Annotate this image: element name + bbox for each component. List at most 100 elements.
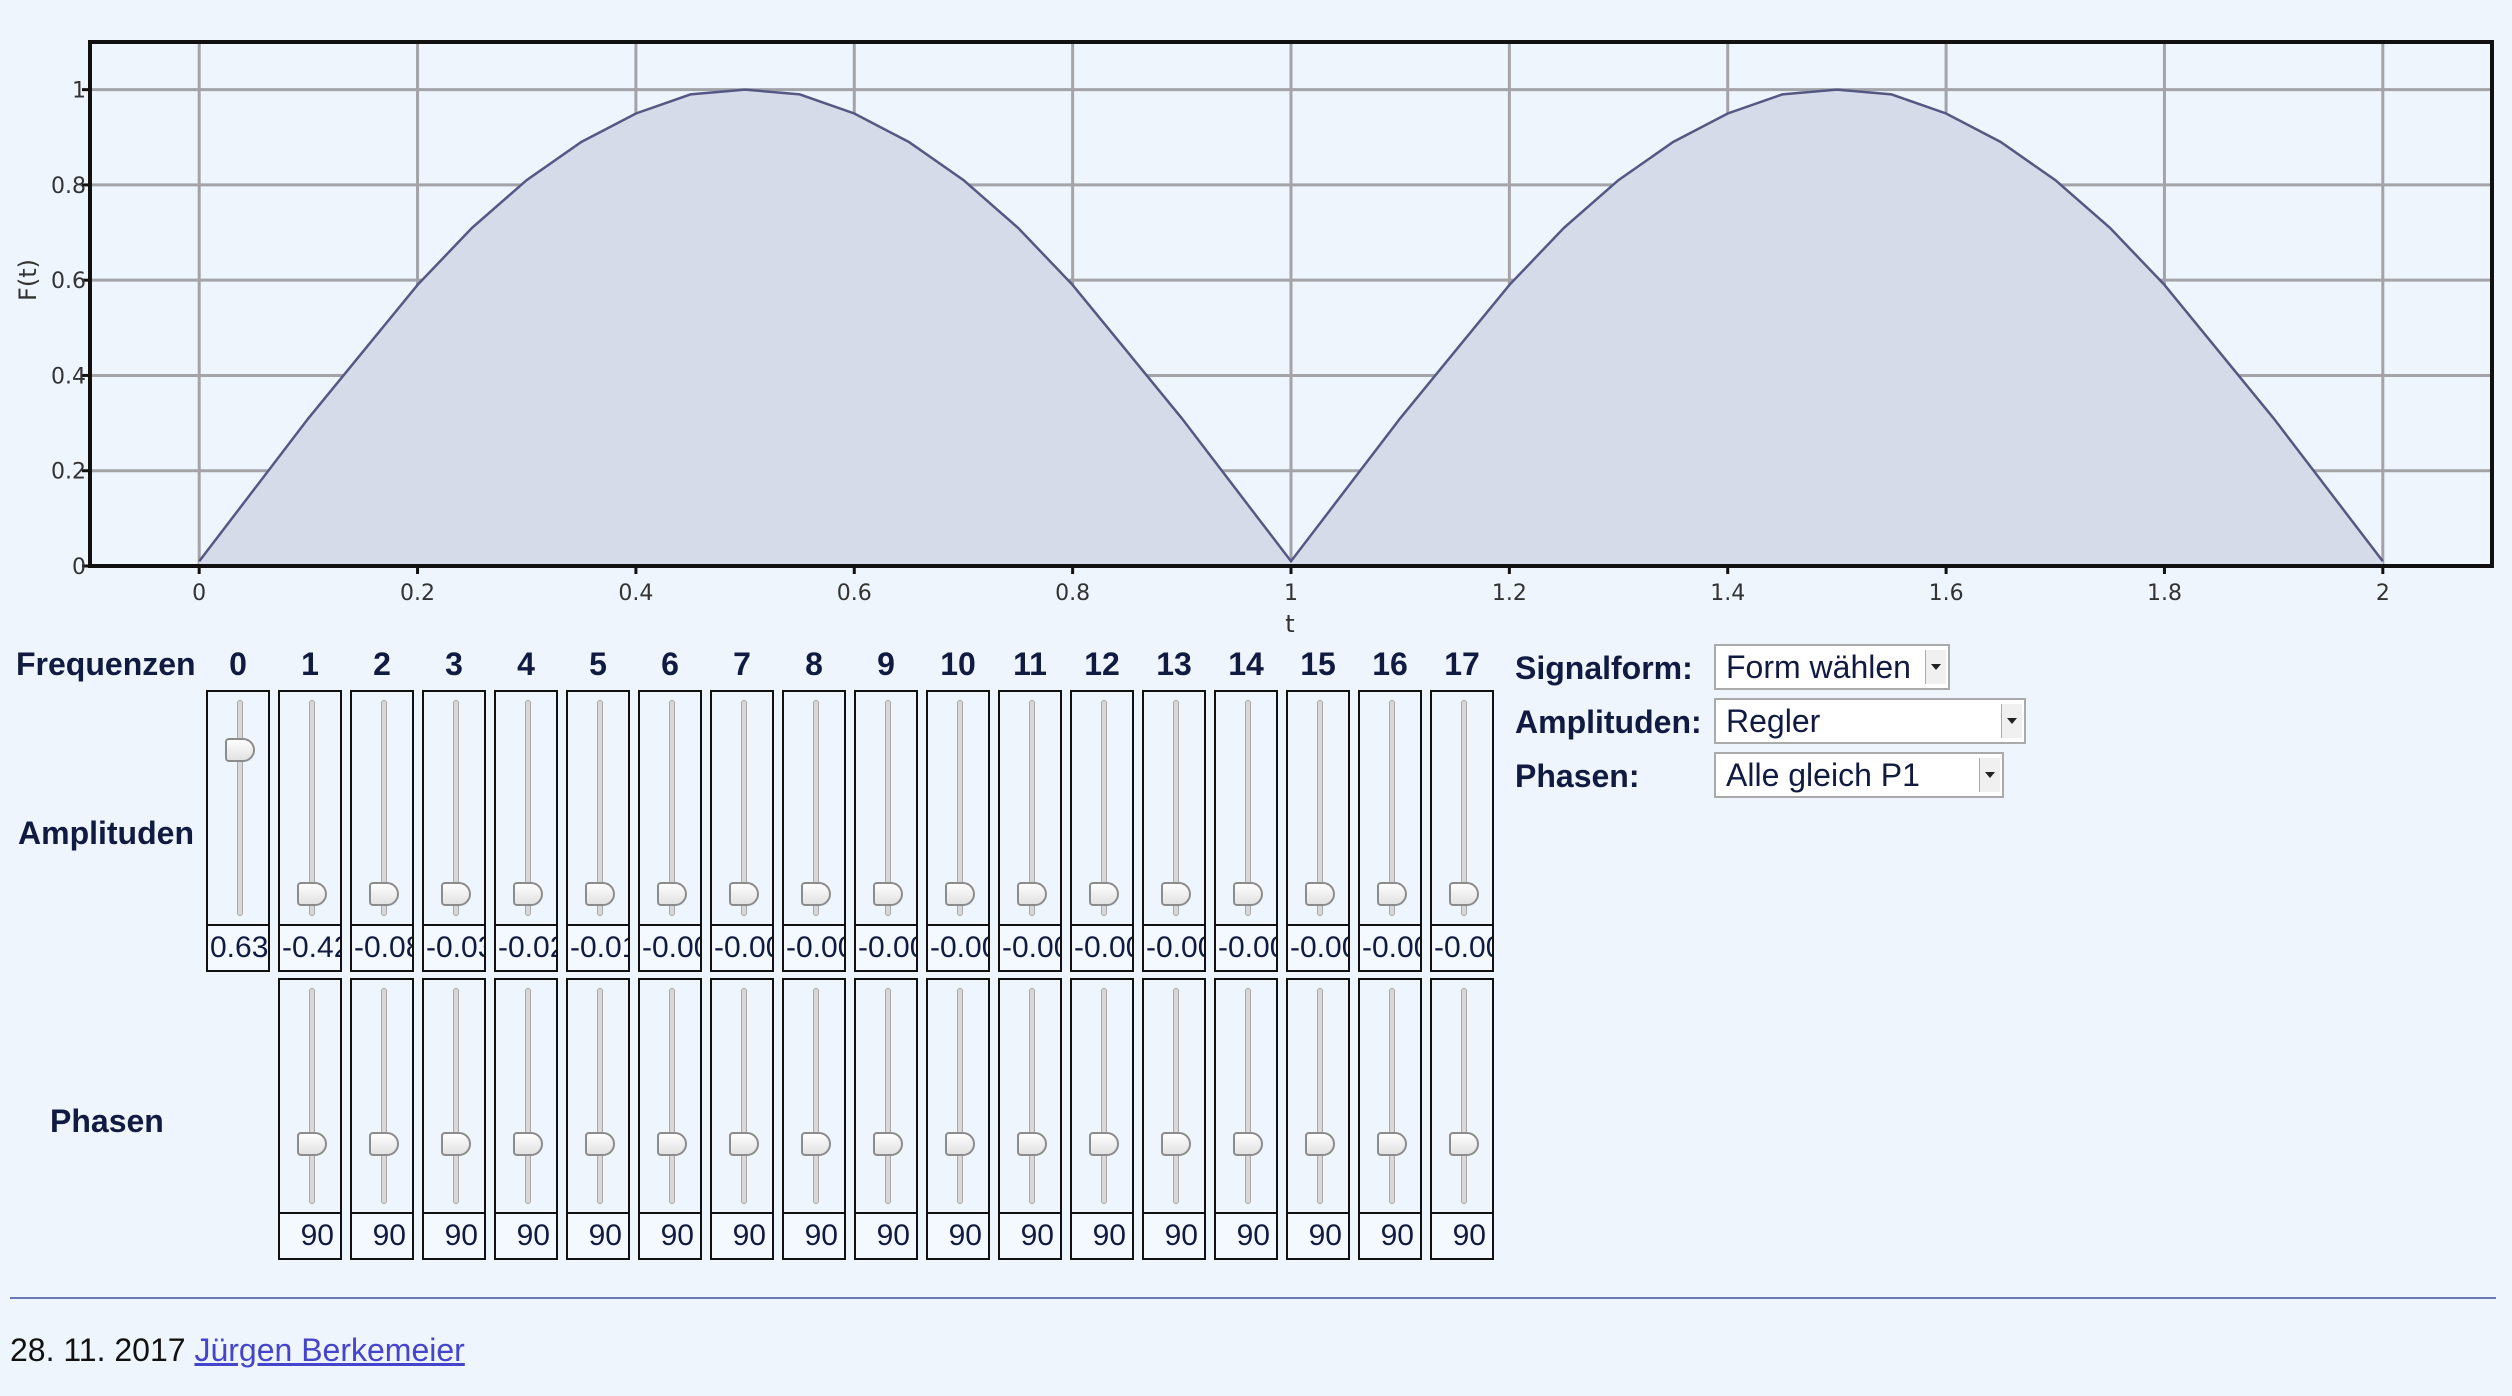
amplitude-value[interactable]: -0.00 bbox=[710, 924, 774, 972]
amplitude-value[interactable]: -0.00 bbox=[1430, 924, 1494, 972]
amplitude-value[interactable]: -0.01 bbox=[566, 924, 630, 972]
amplitude-value[interactable]: -0.03 bbox=[422, 924, 486, 972]
phase-slider[interactable] bbox=[998, 978, 1062, 1214]
amplitude-slider[interactable] bbox=[926, 690, 990, 926]
phase-slider[interactable] bbox=[422, 978, 486, 1214]
phases-mode-select[interactable]: Alle gleich P1 bbox=[1714, 752, 2004, 798]
phase-value[interactable]: 90 bbox=[422, 1212, 486, 1260]
phase-value[interactable]: 90 bbox=[710, 1212, 774, 1260]
amplitude-slider[interactable] bbox=[1286, 690, 1350, 926]
phase-slider[interactable] bbox=[926, 978, 990, 1214]
amplitude-slider[interactable] bbox=[1142, 690, 1206, 926]
slider-thumb[interactable] bbox=[873, 1132, 903, 1156]
slider-thumb[interactable] bbox=[297, 882, 327, 907]
phase-value[interactable]: 90 bbox=[638, 1212, 702, 1260]
slider-thumb[interactable] bbox=[657, 1132, 687, 1156]
phase-value[interactable]: 90 bbox=[1358, 1212, 1422, 1260]
amplitude-slider[interactable] bbox=[206, 690, 270, 926]
slider-thumb[interactable] bbox=[1377, 882, 1407, 907]
slider-thumb[interactable] bbox=[1233, 1132, 1263, 1156]
amplitude-slider[interactable] bbox=[350, 690, 414, 926]
slider-thumb[interactable] bbox=[441, 1132, 471, 1156]
amplitude-slider[interactable] bbox=[1214, 690, 1278, 926]
slider-thumb[interactable] bbox=[873, 882, 903, 907]
amplitude-value[interactable]: 0.63 bbox=[206, 924, 270, 972]
phase-value[interactable]: 90 bbox=[566, 1212, 630, 1260]
phase-slider[interactable] bbox=[782, 978, 846, 1214]
slider-thumb[interactable] bbox=[585, 1132, 615, 1156]
phase-slider[interactable] bbox=[1142, 978, 1206, 1214]
amplitude-value[interactable]: -0.00 bbox=[1070, 924, 1134, 972]
slider-thumb[interactable] bbox=[945, 1132, 975, 1156]
amplitude-value[interactable]: -0.00 bbox=[926, 924, 990, 972]
slider-thumb[interactable] bbox=[1161, 882, 1191, 907]
slider-thumb[interactable] bbox=[225, 738, 255, 763]
phase-slider[interactable] bbox=[1358, 978, 1422, 1214]
slider-thumb[interactable] bbox=[1449, 1132, 1479, 1156]
amplitude-value[interactable]: -0.00 bbox=[854, 924, 918, 972]
signal-form-select[interactable]: Form wählen bbox=[1714, 644, 1950, 690]
phase-slider[interactable] bbox=[1214, 978, 1278, 1214]
slider-thumb[interactable] bbox=[801, 1132, 831, 1156]
phase-slider[interactable] bbox=[854, 978, 918, 1214]
amplitude-slider[interactable] bbox=[638, 690, 702, 926]
slider-thumb[interactable] bbox=[729, 1132, 759, 1156]
slider-thumb[interactable] bbox=[729, 882, 759, 907]
amplitude-value[interactable]: -0.02 bbox=[494, 924, 558, 972]
phase-value[interactable]: 90 bbox=[1430, 1212, 1494, 1260]
slider-thumb[interactable] bbox=[1017, 1132, 1047, 1156]
phase-slider[interactable] bbox=[350, 978, 414, 1214]
slider-thumb[interactable] bbox=[1305, 882, 1335, 907]
amplitude-value[interactable]: -0.00 bbox=[998, 924, 1062, 972]
phase-value[interactable]: 90 bbox=[1214, 1212, 1278, 1260]
amplitude-value[interactable]: -0.00 bbox=[782, 924, 846, 972]
amplitude-slider[interactable] bbox=[566, 690, 630, 926]
amplitude-value[interactable]: -0.08 bbox=[350, 924, 414, 972]
amplitude-value[interactable]: -0.00 bbox=[1142, 924, 1206, 972]
slider-thumb[interactable] bbox=[369, 882, 399, 907]
phase-value[interactable]: 90 bbox=[998, 1212, 1062, 1260]
phase-slider[interactable] bbox=[710, 978, 774, 1214]
phase-slider[interactable] bbox=[278, 978, 342, 1214]
slider-thumb[interactable] bbox=[1449, 882, 1479, 907]
phase-value[interactable]: 90 bbox=[1286, 1212, 1350, 1260]
phase-slider[interactable] bbox=[494, 978, 558, 1214]
phase-value[interactable]: 90 bbox=[350, 1212, 414, 1260]
slider-thumb[interactable] bbox=[1017, 882, 1047, 907]
amplitude-value[interactable]: -0.00 bbox=[1214, 924, 1278, 972]
phase-value[interactable]: 90 bbox=[926, 1212, 990, 1260]
amplitude-slider[interactable] bbox=[710, 690, 774, 926]
slider-thumb[interactable] bbox=[513, 882, 543, 907]
phase-value[interactable]: 90 bbox=[782, 1212, 846, 1260]
slider-thumb[interactable] bbox=[585, 882, 615, 907]
slider-thumb[interactable] bbox=[945, 882, 975, 907]
amplitude-value[interactable]: -0.00 bbox=[1286, 924, 1350, 972]
slider-thumb[interactable] bbox=[1305, 1132, 1335, 1156]
amplitude-value[interactable]: -0.00 bbox=[1358, 924, 1422, 972]
phase-slider[interactable] bbox=[566, 978, 630, 1214]
amplitude-slider[interactable] bbox=[1070, 690, 1134, 926]
slider-thumb[interactable] bbox=[801, 882, 831, 907]
amplitude-slider[interactable] bbox=[854, 690, 918, 926]
amplitude-slider[interactable] bbox=[782, 690, 846, 926]
phase-slider[interactable] bbox=[1286, 978, 1350, 1214]
slider-thumb[interactable] bbox=[1089, 882, 1119, 907]
phase-slider[interactable] bbox=[638, 978, 702, 1214]
phase-slider[interactable] bbox=[1070, 978, 1134, 1214]
slider-thumb[interactable] bbox=[1233, 882, 1263, 907]
slider-thumb[interactable] bbox=[657, 882, 687, 907]
phase-value[interactable]: 90 bbox=[1142, 1212, 1206, 1260]
amplitude-value[interactable]: -0.42 bbox=[278, 924, 342, 972]
phase-value[interactable]: 90 bbox=[494, 1212, 558, 1260]
phase-value[interactable]: 90 bbox=[854, 1212, 918, 1260]
slider-thumb[interactable] bbox=[513, 1132, 543, 1156]
amplitude-slider[interactable] bbox=[998, 690, 1062, 926]
amplitude-slider[interactable] bbox=[1430, 690, 1494, 926]
slider-thumb[interactable] bbox=[297, 1132, 327, 1156]
amplitude-slider[interactable] bbox=[1358, 690, 1422, 926]
slider-thumb[interactable] bbox=[1089, 1132, 1119, 1156]
author-link[interactable]: Jürgen Berkemeier bbox=[194, 1332, 464, 1368]
slider-thumb[interactable] bbox=[1161, 1132, 1191, 1156]
amplitude-slider[interactable] bbox=[422, 690, 486, 926]
phase-value[interactable]: 90 bbox=[1070, 1212, 1134, 1260]
